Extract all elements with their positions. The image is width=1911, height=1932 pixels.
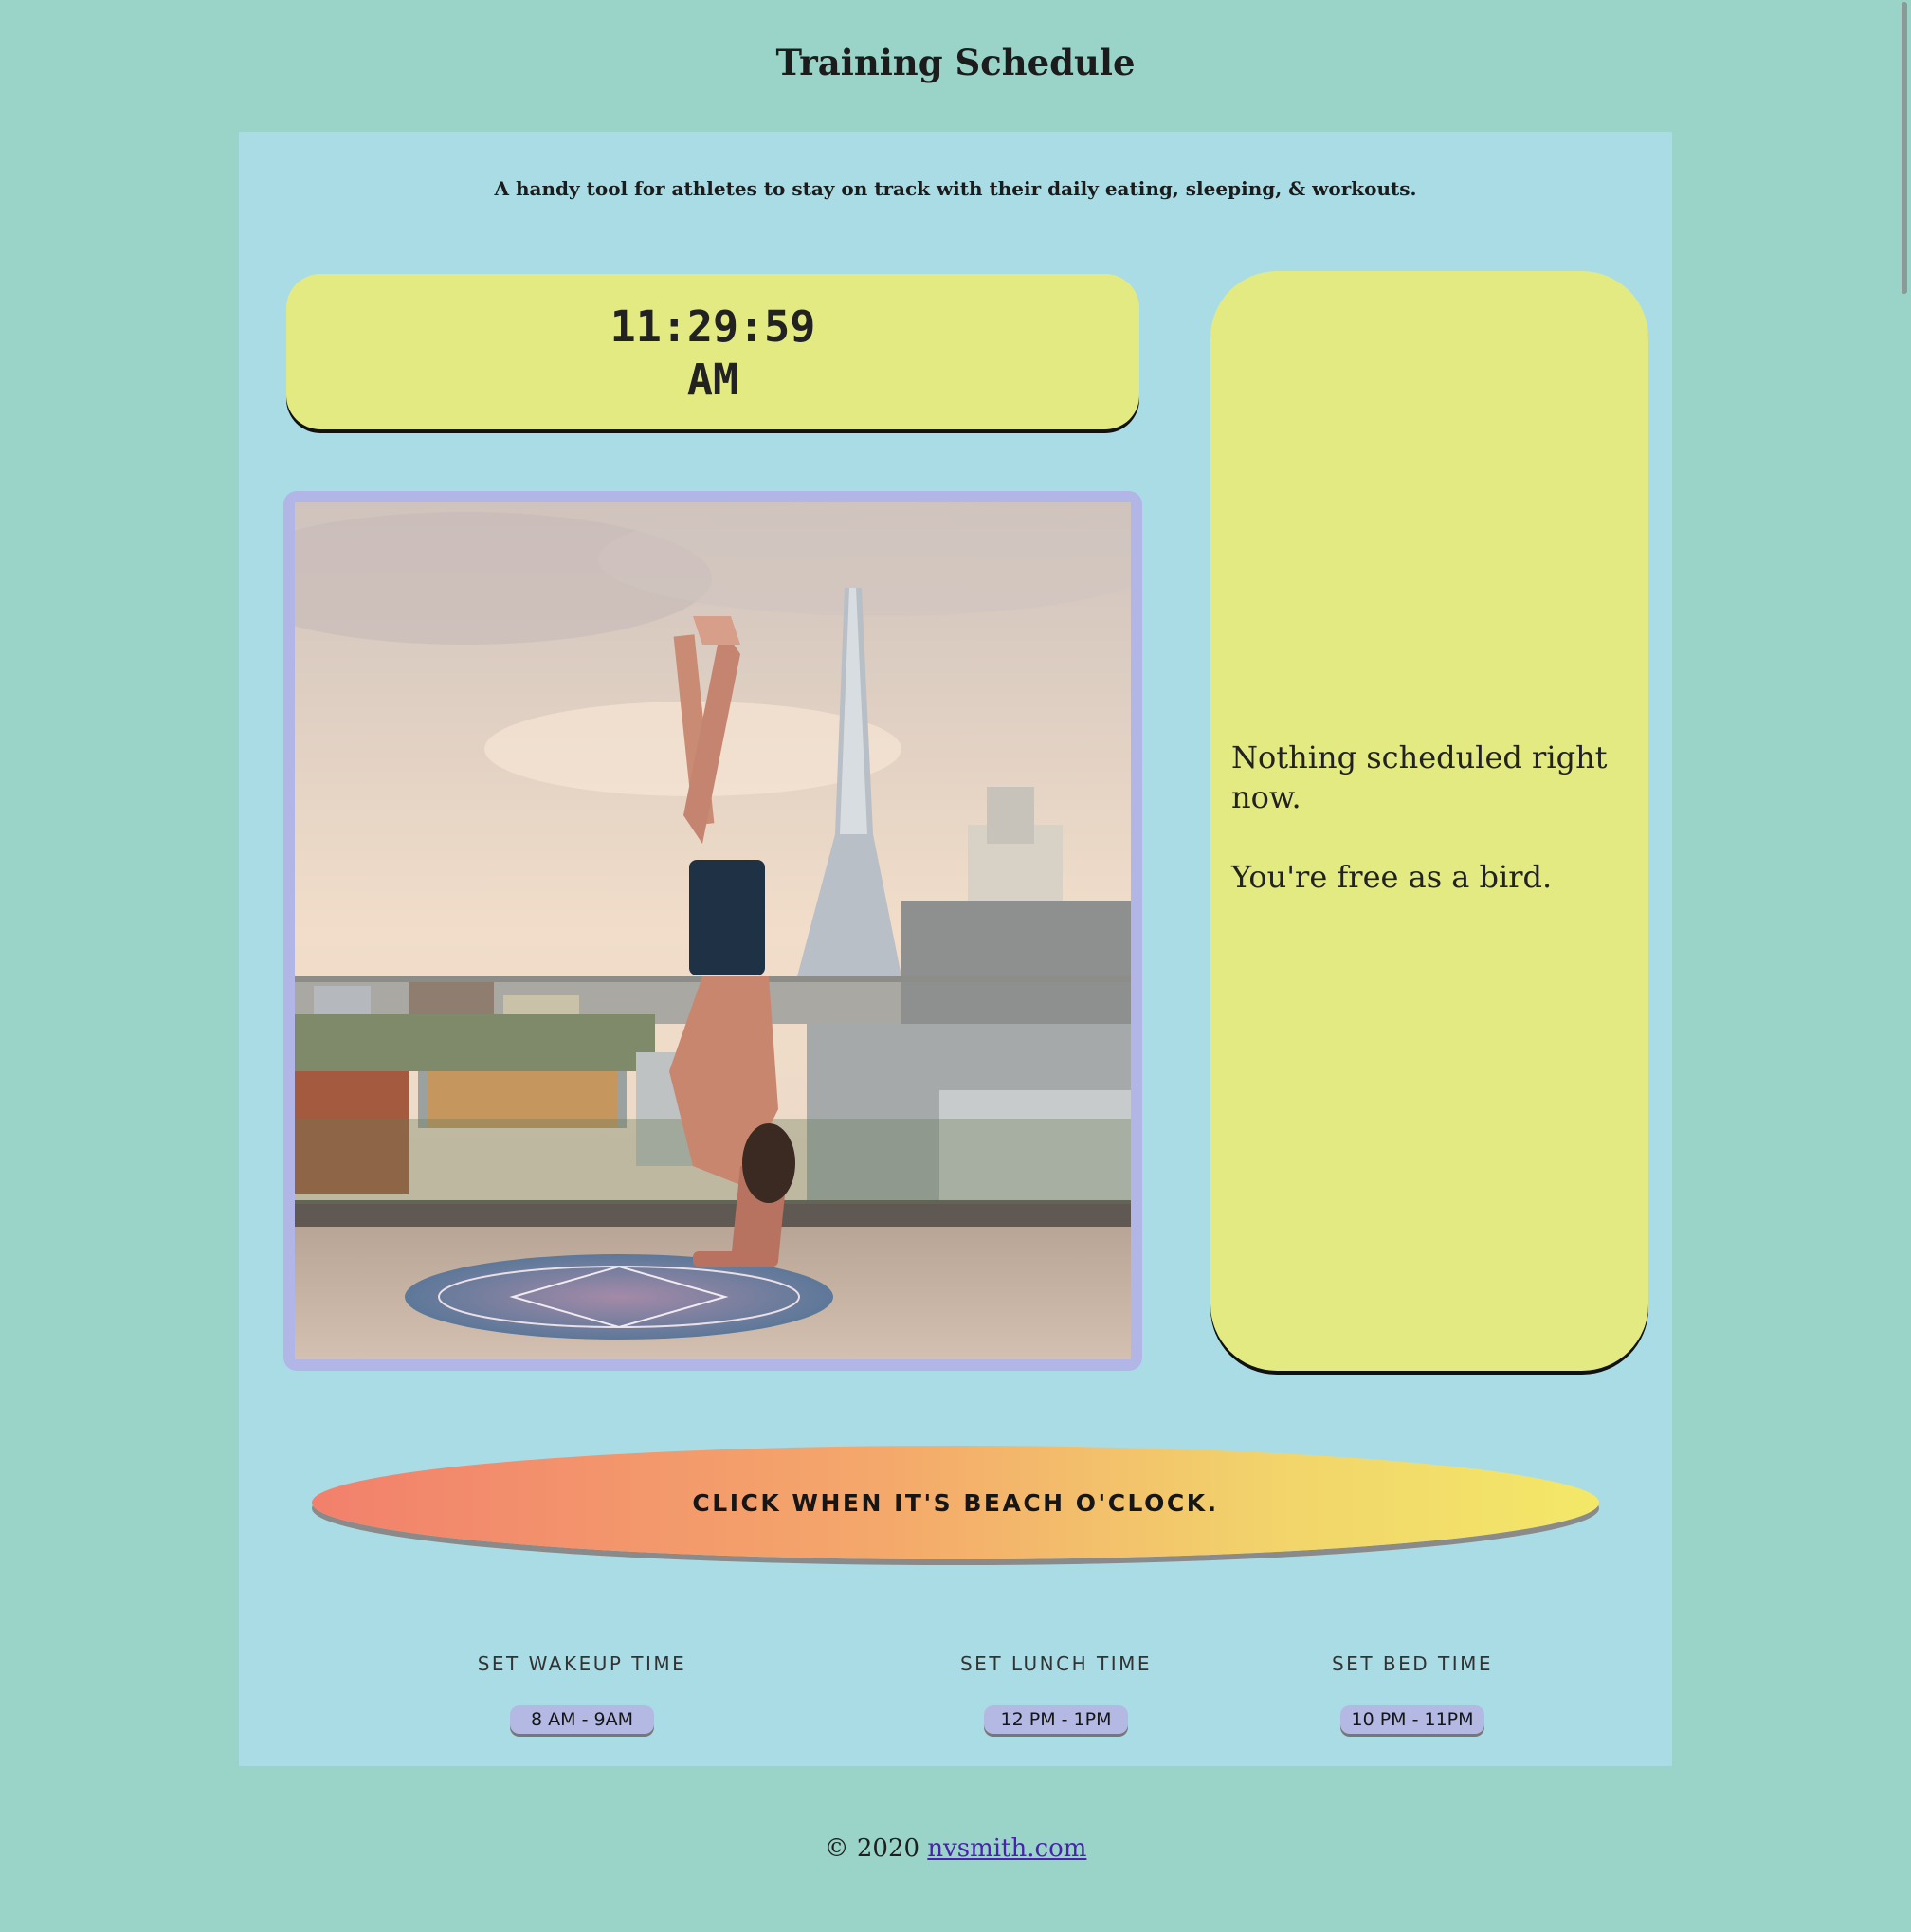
schedule-status: Nothing scheduled right now. (1231, 739, 1608, 815)
handstand-photo (295, 502, 1131, 1359)
wakeup-setting: SET WAKEUP TIME 8 AM - 9AM (440, 1652, 724, 1734)
lunch-time-select[interactable]: 12 PM - 1PM (984, 1705, 1128, 1734)
photo-frame (283, 491, 1142, 1371)
wakeup-time-select[interactable]: 8 AM - 9AM (510, 1705, 654, 1734)
page-subtitle: A handy tool for athletes to stay on tra… (494, 177, 1417, 200)
footer-link[interactable]: nvsmith.com (927, 1834, 1086, 1863)
schedule-message: Nothing scheduled right now. You're free… (1231, 738, 1629, 897)
footer: © 2020 nvsmith.com (0, 1834, 1911, 1863)
bed-setting: SET BED TIME 10 PM - 11PM (1270, 1652, 1555, 1734)
footer-copyright: © 2020 (824, 1834, 920, 1863)
clock-time: 11:29:59 (610, 301, 816, 352)
wakeup-label: SET WAKEUP TIME (477, 1652, 687, 1675)
main-card: A handy tool for athletes to stay on tra… (239, 132, 1672, 1766)
schedule-note: You're free as a bird. (1231, 859, 1553, 895)
clock-panel: 11:29:59 AM (286, 274, 1139, 429)
bed-time-select[interactable]: 10 PM - 11PM (1340, 1705, 1484, 1734)
beach-oclock-button[interactable]: CLICK WHEN IT'S BEACH O'CLOCK. (312, 1446, 1599, 1559)
page-title: Training Schedule (775, 42, 1136, 83)
lunch-setting: SET LUNCH TIME 12 PM - 1PM (914, 1652, 1198, 1734)
clock-period: AM (686, 355, 739, 405)
schedule-panel: Nothing scheduled right now. You're free… (1210, 271, 1648, 1371)
clock-display: 11:29:59 AM (599, 301, 827, 407)
bed-label: SET BED TIME (1331, 1652, 1494, 1675)
scrollbar[interactable] (1894, 0, 1911, 1932)
lunch-label: SET LUNCH TIME (959, 1652, 1153, 1675)
